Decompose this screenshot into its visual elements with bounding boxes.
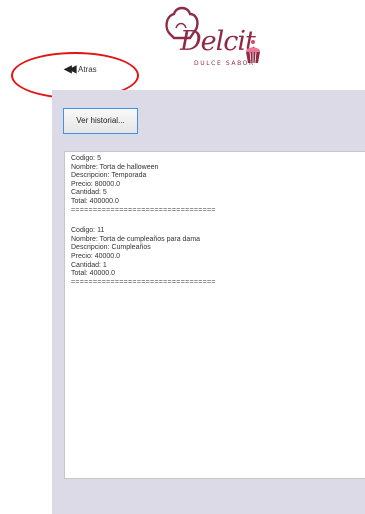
record-price: Precio: 80000.0 — [71, 180, 121, 188]
record-quantity: Cantidad: 1 — [71, 261, 107, 269]
view-history-button[interactable]: Ver historial... — [63, 108, 138, 134]
record-description: Descripcion: Temporada — [71, 172, 147, 180]
brand-logo: Delcit DULCE SABOR — [150, 4, 270, 74]
history-record: Codigo: 5 Nombre: Torta de halloween Des… — [71, 155, 359, 215]
record-code: Codigo: 11 — [71, 227, 105, 235]
history-text-area[interactable]: Codigo: 5 Nombre: Torta de halloween Des… — [64, 151, 365, 479]
record-total: Total: 40000.0 — [71, 270, 115, 278]
record-code: Codigo: 5 — [71, 155, 101, 162]
record-separator: ================================= — [71, 206, 216, 214]
record-name: Nombre: Torta de cumpleaños para dama — [71, 235, 201, 243]
record-total: Total: 400000.0 — [71, 197, 119, 205]
history-record: Codigo: 11 Nombre: Torta de cumpleaños p… — [71, 227, 359, 287]
brand-tagline: DULCE SABOR — [194, 60, 255, 67]
record-quantity: Cantidad: 5 — [71, 189, 107, 197]
record-separator: ================================= — [71, 278, 216, 286]
record-description: Descripcion: Cumpleaños — [71, 244, 151, 252]
record-name: Nombre: Torta de halloween — [71, 163, 159, 171]
record-price: Precio: 40000.0 — [71, 252, 121, 260]
